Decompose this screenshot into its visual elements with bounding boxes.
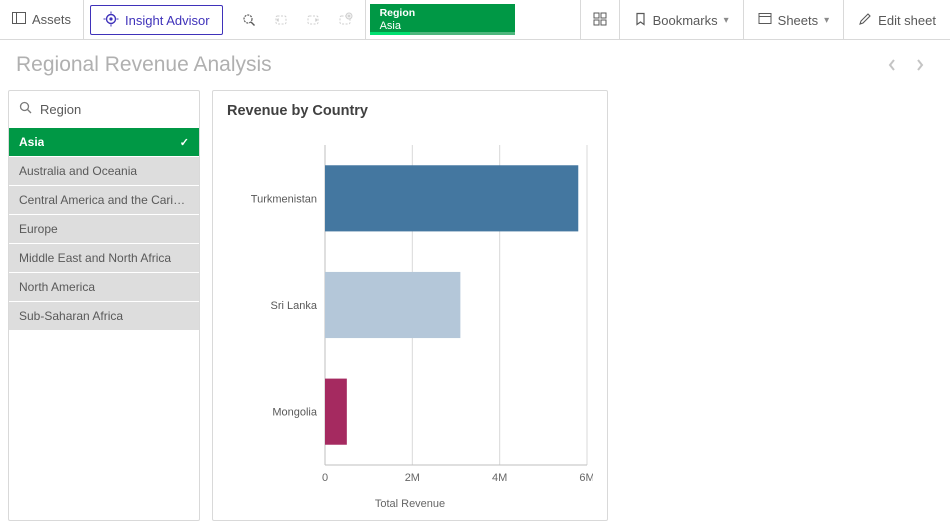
region-filter-title: Region — [40, 102, 81, 117]
search-icon — [19, 101, 32, 117]
top-toolbar: Assets Insight Advisor Region Asia — [0, 0, 950, 40]
svg-text:Turkmenistan: Turkmenistan — [251, 193, 317, 205]
pencil-icon — [858, 12, 872, 29]
selection-tag-region[interactable]: Region Asia — [370, 4, 515, 35]
sheet-body: Region Asia ✓ Australia and Oceania Central… — [0, 90, 950, 529]
bar-chart: 0 2M 4M 6M Turkmenistan Sri Lanka Mongolia — [227, 125, 593, 505]
grid-view-button[interactable] — [580, 0, 619, 40]
revenue-chart-panel[interactable]: Revenue by Country 0 2M 4M 6M Turkmenistan Sr… — [212, 90, 608, 521]
region-filter-item-label: Europe — [19, 222, 58, 236]
smart-search-icon[interactable] — [233, 0, 265, 40]
bookmarks-button[interactable]: Bookmarks ▾ — [619, 0, 743, 40]
region-filter-header[interactable]: Region — [9, 91, 199, 127]
region-filter-item[interactable]: Middle East and North Africa — [9, 243, 199, 272]
insight-advisor-button[interactable]: Insight Advisor — [90, 5, 223, 35]
region-filter-item[interactable]: Sub-Saharan Africa — [9, 301, 199, 330]
sheets-button[interactable]: Sheets ▾ — [743, 0, 844, 40]
sheet-icon — [758, 12, 772, 28]
check-icon: ✓ — [180, 136, 189, 149]
x-axis-label: Total Revenue — [227, 498, 593, 510]
region-filter-item[interactable]: North America — [9, 272, 199, 301]
region-filter-pane: Region Asia ✓ Australia and Oceania Central… — [8, 90, 200, 521]
svg-text:2M: 2M — [405, 472, 420, 484]
chart-title: Revenue by Country — [227, 103, 593, 119]
assets-button[interactable]: Assets — [0, 0, 84, 39]
region-filter-item[interactable]: Asia ✓ — [9, 127, 199, 156]
region-filter-item[interactable]: Europe — [9, 214, 199, 243]
insight-icon — [103, 11, 119, 30]
svg-text:4M: 4M — [492, 472, 507, 484]
clear-selections-icon — [329, 0, 361, 40]
page-title: Regional Revenue Analysis — [16, 53, 272, 77]
panel-icon — [12, 11, 26, 28]
chevron-down-icon: ▾ — [724, 15, 729, 26]
svg-text:Mongolia: Mongolia — [272, 407, 318, 419]
region-filter-item[interactable]: Central America and the Cari… — [9, 185, 199, 214]
region-filter-list: Asia ✓ Australia and Oceania Central Americ… — [9, 127, 199, 330]
selection-tools — [229, 0, 366, 39]
selection-tag-underline — [370, 32, 515, 35]
svg-text:Sri Lanka: Sri Lanka — [271, 300, 318, 312]
prev-sheet-button[interactable] — [878, 51, 906, 79]
grid-icon — [593, 12, 607, 29]
sheets-label: Sheets — [778, 13, 818, 28]
next-sheet-button[interactable] — [906, 51, 934, 79]
step-forward-icon — [297, 0, 329, 40]
step-back-icon — [265, 0, 297, 40]
region-filter-item-label: Sub-Saharan Africa — [19, 309, 123, 323]
chevron-down-icon: ▾ — [824, 15, 829, 26]
svg-text:6M: 6M — [579, 472, 593, 484]
selection-tag-label: Region — [380, 7, 505, 20]
region-filter-item-label: Asia — [19, 135, 44, 149]
bookmarks-label: Bookmarks — [653, 13, 718, 28]
bookmark-icon — [634, 12, 647, 29]
region-filter-item-label: Central America and the Cari… — [19, 193, 185, 207]
selection-tag-value: Asia — [380, 20, 505, 33]
title-bar: Regional Revenue Analysis — [0, 40, 950, 90]
edit-sheet-button[interactable]: Edit sheet — [843, 0, 950, 40]
region-filter-item-label: North America — [19, 280, 95, 294]
insight-label: Insight Advisor — [125, 13, 210, 28]
chart-plot-area: 0 2M 4M 6M Turkmenistan Sri Lanka Mongolia Tot… — [227, 125, 593, 510]
edit-label: Edit sheet — [878, 13, 936, 28]
assets-label: Assets — [32, 12, 71, 27]
region-filter-item-label: Middle East and North Africa — [19, 251, 171, 265]
region-filter-item[interactable]: Australia and Oceania — [9, 156, 199, 185]
svg-text:0: 0 — [322, 472, 328, 484]
region-filter-item-label: Australia and Oceania — [19, 164, 137, 178]
